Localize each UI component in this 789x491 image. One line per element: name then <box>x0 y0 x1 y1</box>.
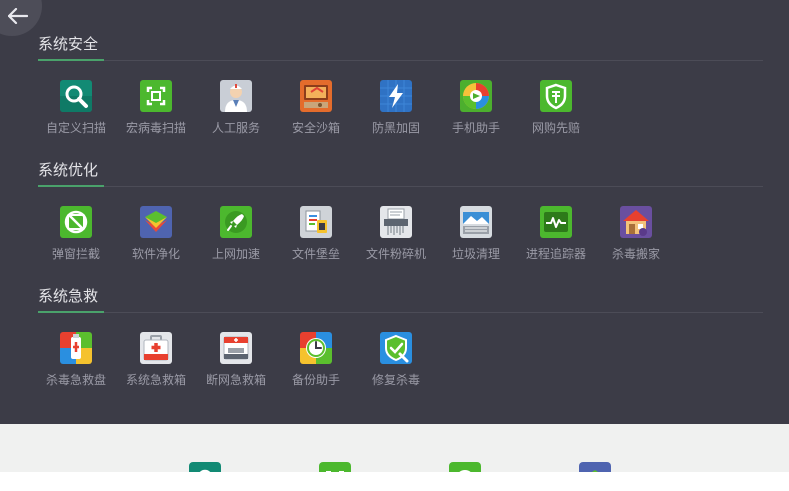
back-button[interactable] <box>0 0 42 36</box>
bottom-white-strip <box>0 472 789 491</box>
tool-label: 人工服务 <box>211 121 260 135</box>
cleanup-icon <box>460 206 492 238</box>
section-underline <box>38 311 104 313</box>
tool-label: 修复杀毒 <box>371 373 420 387</box>
tool-label: 进程追踪器 <box>525 247 586 261</box>
tool-label: 自定义扫描 <box>45 121 106 135</box>
tool-custom-scan[interactable]: 自定义扫描 <box>36 80 116 146</box>
tool-label: 系统急救箱 <box>125 373 186 387</box>
tool-internet-acceleration[interactable]: 上网加速 <box>196 206 276 272</box>
tool-label: 文件粉碎机 <box>365 247 426 261</box>
usb-rescue-icon <box>60 332 92 364</box>
layers-icon <box>140 206 172 238</box>
sandbox-icon <box>300 80 332 112</box>
tool-label: 杀毒急救盘 <box>45 373 106 387</box>
rocket-icon <box>220 206 252 238</box>
section-divider <box>38 60 763 61</box>
scan-frame-icon <box>140 80 172 112</box>
tool-network-rescue-box[interactable]: 断网急救箱 <box>196 332 276 398</box>
tool-system-rescue-box[interactable]: 系统急救箱 <box>116 332 196 398</box>
tool-backup-assistant[interactable]: 备份助手 <box>276 332 356 398</box>
section-title: 系统安全 <box>38 35 99 53</box>
section-title: 系统急救 <box>38 287 99 305</box>
tool-label: 断网急救箱 <box>205 373 266 387</box>
lightning-shield-icon <box>380 80 412 112</box>
tool-label: 上网加速 <box>211 247 260 261</box>
tool-anti-hack-hardening[interactable]: 防黑加固 <box>356 80 436 146</box>
tools-panel: 系统安全 自定义扫描 宏病毒扫描 人工服务 安全沙箱 防黑加固 手机助手 网购先… <box>0 0 789 424</box>
tool-label: 安全沙箱 <box>291 121 340 135</box>
magnifier-icon[interactable] <box>189 462 221 472</box>
bottom-shortcut-bar <box>0 424 789 472</box>
tool-label: 备份助手 <box>291 373 340 387</box>
popup-block-icon[interactable] <box>449 462 481 472</box>
tool-label: 弹窗拦截 <box>51 247 100 261</box>
tool-antivirus-relocation[interactable]: 杀毒搬家 <box>596 206 676 272</box>
tool-process-tracker[interactable]: 进程追踪器 <box>516 206 596 272</box>
phone-assistant-icon <box>460 80 492 112</box>
tool-file-bastion[interactable]: 文件堡垒 <box>276 206 356 272</box>
tool-junk-cleanup[interactable]: 垃圾清理 <box>436 206 516 272</box>
tool-popup-block[interactable]: 弹窗拦截 <box>36 206 116 272</box>
file-vault-icon <box>300 206 332 238</box>
scan-frame-icon[interactable] <box>319 462 351 472</box>
tool-label: 垃圾清理 <box>451 247 500 261</box>
tool-label: 网购先赔 <box>531 121 580 135</box>
back-arrow-icon <box>8 8 28 24</box>
section-underline <box>38 59 104 61</box>
section-divider <box>38 312 763 313</box>
process-monitor-icon <box>540 206 572 238</box>
tool-mobile-assistant[interactable]: 手机助手 <box>436 80 516 146</box>
popup-block-icon <box>60 206 92 238</box>
tool-label: 杀毒搬家 <box>611 247 660 261</box>
tool-software-purify[interactable]: 软件净化 <box>116 206 196 272</box>
section-underline <box>38 185 104 187</box>
layers-icon[interactable] <box>579 462 611 472</box>
tool-manual-service[interactable]: 人工服务 <box>196 80 276 146</box>
backup-clock-icon <box>300 332 332 364</box>
tool-macro-virus-scan[interactable]: 宏病毒扫描 <box>116 80 196 146</box>
tool-repair-antivirus[interactable]: 修复杀毒 <box>356 332 436 398</box>
network-aid-kit-icon <box>220 332 252 364</box>
doctor-icon <box>220 80 252 112</box>
tool-label: 软件净化 <box>131 247 180 261</box>
tool-online-shopping-compensation[interactable]: 网购先赔 <box>516 80 596 146</box>
tool-label: 防黑加固 <box>371 121 420 135</box>
tool-label: 文件堡垒 <box>291 247 340 261</box>
shredder-icon <box>380 206 412 238</box>
magnifier-icon <box>60 80 92 112</box>
tool-antivirus-rescue-disk[interactable]: 杀毒急救盘 <box>36 332 116 398</box>
tool-panel-window: 系统安全 自定义扫描 宏病毒扫描 人工服务 安全沙箱 防黑加固 手机助手 网购先… <box>0 0 789 491</box>
repair-shield-icon <box>380 332 412 364</box>
section-title: 系统优化 <box>38 161 99 179</box>
tool-label: 宏病毒扫描 <box>125 121 186 135</box>
house-move-icon <box>620 206 652 238</box>
tool-label: 手机助手 <box>451 121 500 135</box>
tool-file-shredder[interactable]: 文件粉碎机 <box>356 206 436 272</box>
first-aid-kit-icon <box>140 332 172 364</box>
section-divider <box>38 186 763 187</box>
shopping-shield-icon <box>540 80 572 112</box>
tool-security-sandbox[interactable]: 安全沙箱 <box>276 80 356 146</box>
